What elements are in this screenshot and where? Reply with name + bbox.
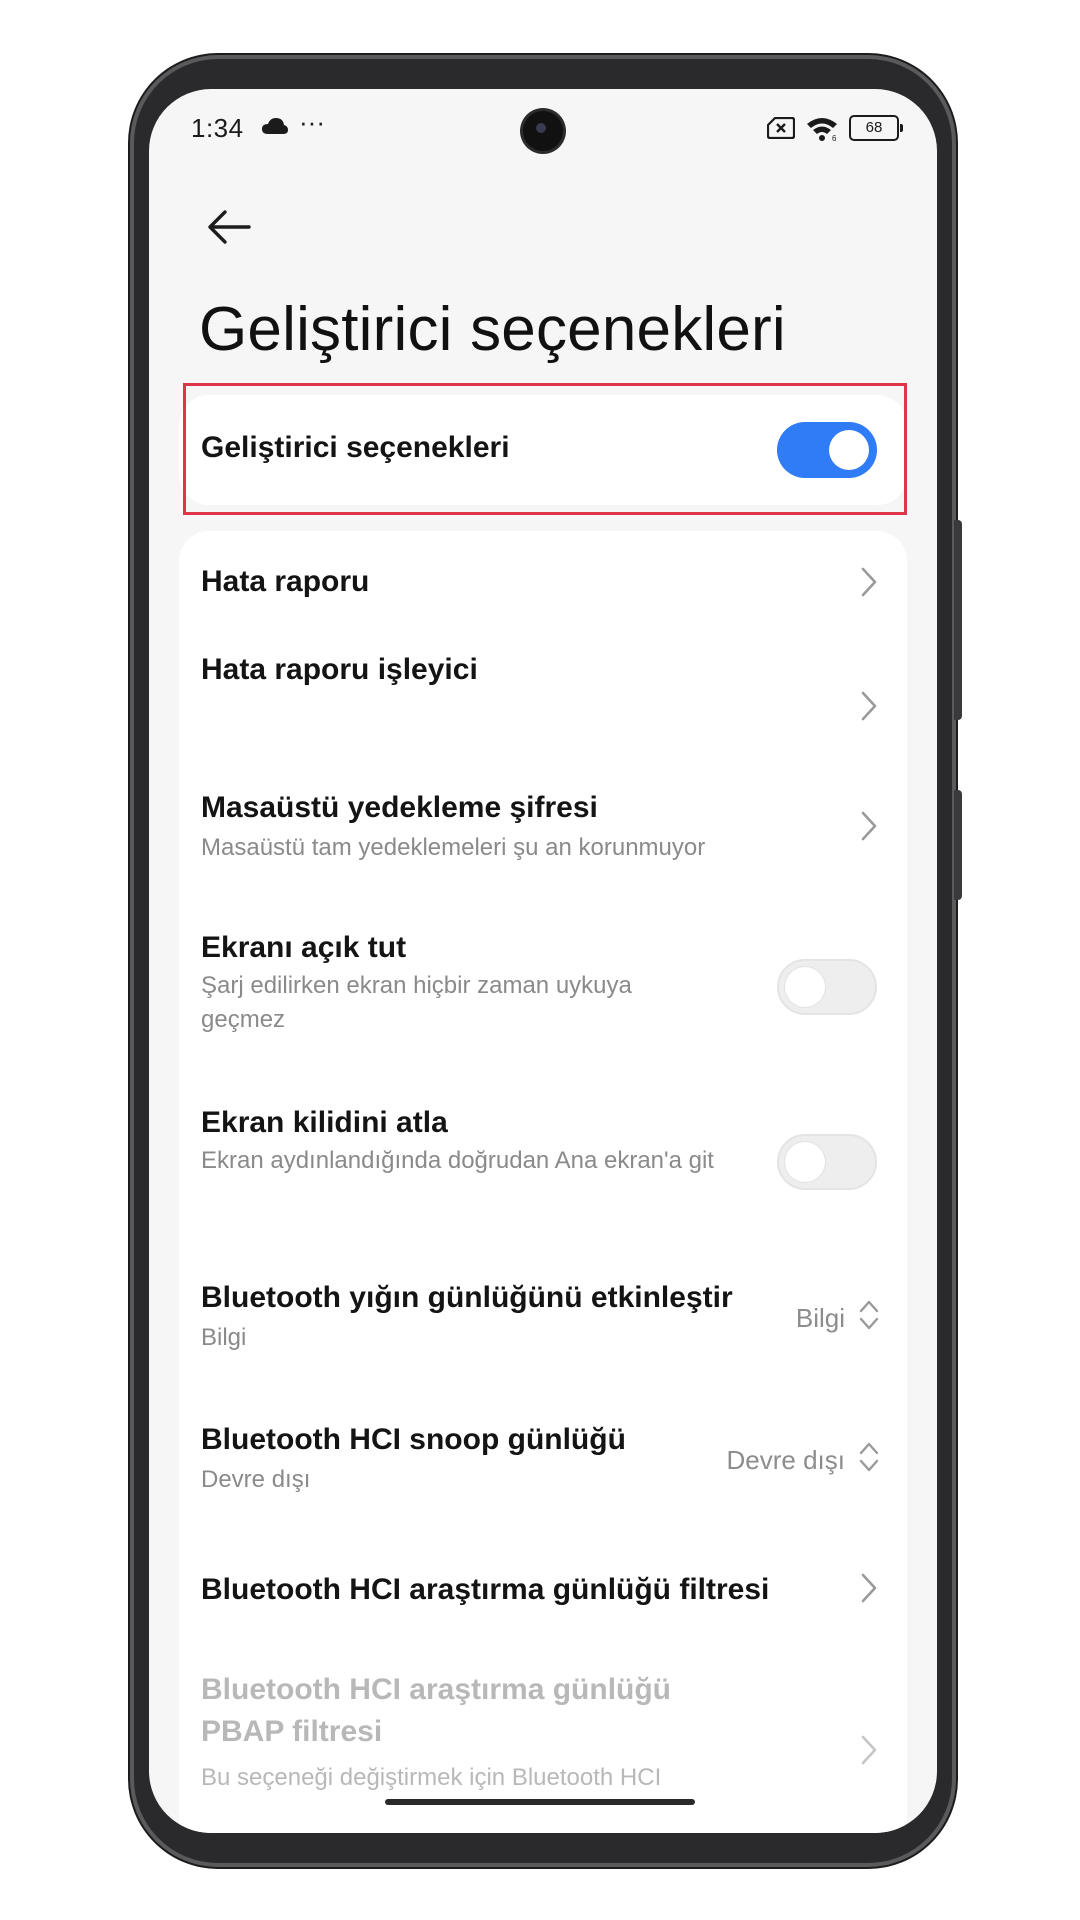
setting-bluetooth-stack-log[interactable]: Bluetooth yığın günlüğünü etkinleştir Bi… (179, 1261, 907, 1391)
setting-title: Ekranı açık tut (201, 931, 407, 964)
front-camera (523, 111, 563, 151)
skip-lock-toggle[interactable] (777, 1134, 877, 1190)
no-sim-icon (767, 117, 795, 139)
setting-subtitle: Devre dışı (201, 1466, 311, 1493)
setting-title: Bluetooth HCI araştırma günlüğü filtresi (201, 1573, 770, 1606)
setting-title: Ekran kilidini atla (201, 1106, 448, 1139)
svg-text:6: 6 (832, 134, 837, 141)
setting-bluetooth-hci-filter[interactable]: Bluetooth HCI araştırma günlüğü filtresi (179, 1541, 907, 1641)
setting-subtitle: Bu seçeneği değiştirmek için Bluetooth H… (201, 1764, 662, 1791)
status-time: 1:34 (191, 113, 244, 143)
setting-subtitle: Şarj edilirken ekran hiçbir zaman uykuya… (201, 972, 632, 1033)
home-indicator[interactable] (385, 1799, 695, 1805)
setting-skip-lock-screen[interactable]: Ekran kilidini atla Ekran aydınlandığınd… (179, 1086, 907, 1246)
setting-value: Devre dışı (726, 1445, 846, 1475)
chevron-right-icon (861, 1573, 877, 1603)
power-button (954, 790, 962, 900)
setting-title: Hata raporu (201, 565, 370, 598)
toggle-knob (785, 1142, 825, 1182)
page-title: Geliştirici seçenekleri (199, 295, 786, 364)
volume-button (954, 520, 962, 720)
up-down-arrows-icon (859, 1442, 879, 1472)
setting-value: Bilgi (795, 1303, 845, 1333)
cloud-icon (262, 118, 288, 134)
chevron-right-icon (861, 567, 877, 597)
up-down-arrows-icon (859, 1300, 879, 1330)
setting-bug-report[interactable]: Hata raporu (179, 531, 907, 631)
toggle-knob (785, 967, 825, 1007)
setting-stay-awake[interactable]: Ekranı açık tut Şarj edilirken ekran hiç… (179, 911, 907, 1071)
chevron-right-icon (861, 1735, 877, 1765)
stay-awake-toggle[interactable] (777, 959, 877, 1015)
highlight-box (183, 383, 907, 515)
setting-title: Hata raporu işleyici (201, 653, 478, 686)
setting-bug-report-handler[interactable]: Hata raporu işleyici (179, 631, 907, 771)
setting-bluetooth-hci-snoop[interactable]: Bluetooth HCI snoop günlüğü Devre dışı D… (179, 1401, 907, 1531)
battery-indicator: 68 (849, 115, 903, 141)
status-icons: 6 68 (767, 115, 903, 141)
more-notifications-icon: ··· (299, 107, 325, 137)
setting-title: Masaüstü yedekleme şifresi (201, 791, 598, 824)
setting-desktop-backup-password[interactable]: Masaüstü yedekleme şifresi Masaüstü tam … (179, 771, 907, 901)
status-bar: 1:34 ··· 6 68 (149, 89, 937, 171)
chevron-right-icon (861, 691, 877, 721)
setting-title: Bluetooth yığın günlüğünü etkinleştir (201, 1281, 733, 1314)
screen: 1:34 ··· 6 68 Geliştirici seçenekleri Ge… (149, 89, 937, 1833)
settings-list: Hata raporu Hata raporu işleyici Masaüst… (179, 531, 907, 1833)
chevron-right-icon (861, 811, 877, 841)
back-arrow-icon[interactable] (201, 199, 257, 255)
setting-title: Bluetooth HCI araştırma günlüğü PBAP fil… (201, 1673, 672, 1748)
wifi-icon: 6 (807, 118, 837, 141)
setting-title: Bluetooth HCI snoop günlüğü (201, 1423, 626, 1456)
setting-subtitle: Bilgi (201, 1324, 247, 1351)
setting-subtitle: Masaüstü tam yedeklemeleri şu an korunmu… (201, 834, 706, 861)
setting-subtitle: Ekran aydınlandığında doğrudan Ana ekran… (201, 1147, 714, 1174)
setting-bluetooth-hci-pbap-filter: Bluetooth HCI araştırma günlüğü PBAP fil… (179, 1651, 907, 1833)
